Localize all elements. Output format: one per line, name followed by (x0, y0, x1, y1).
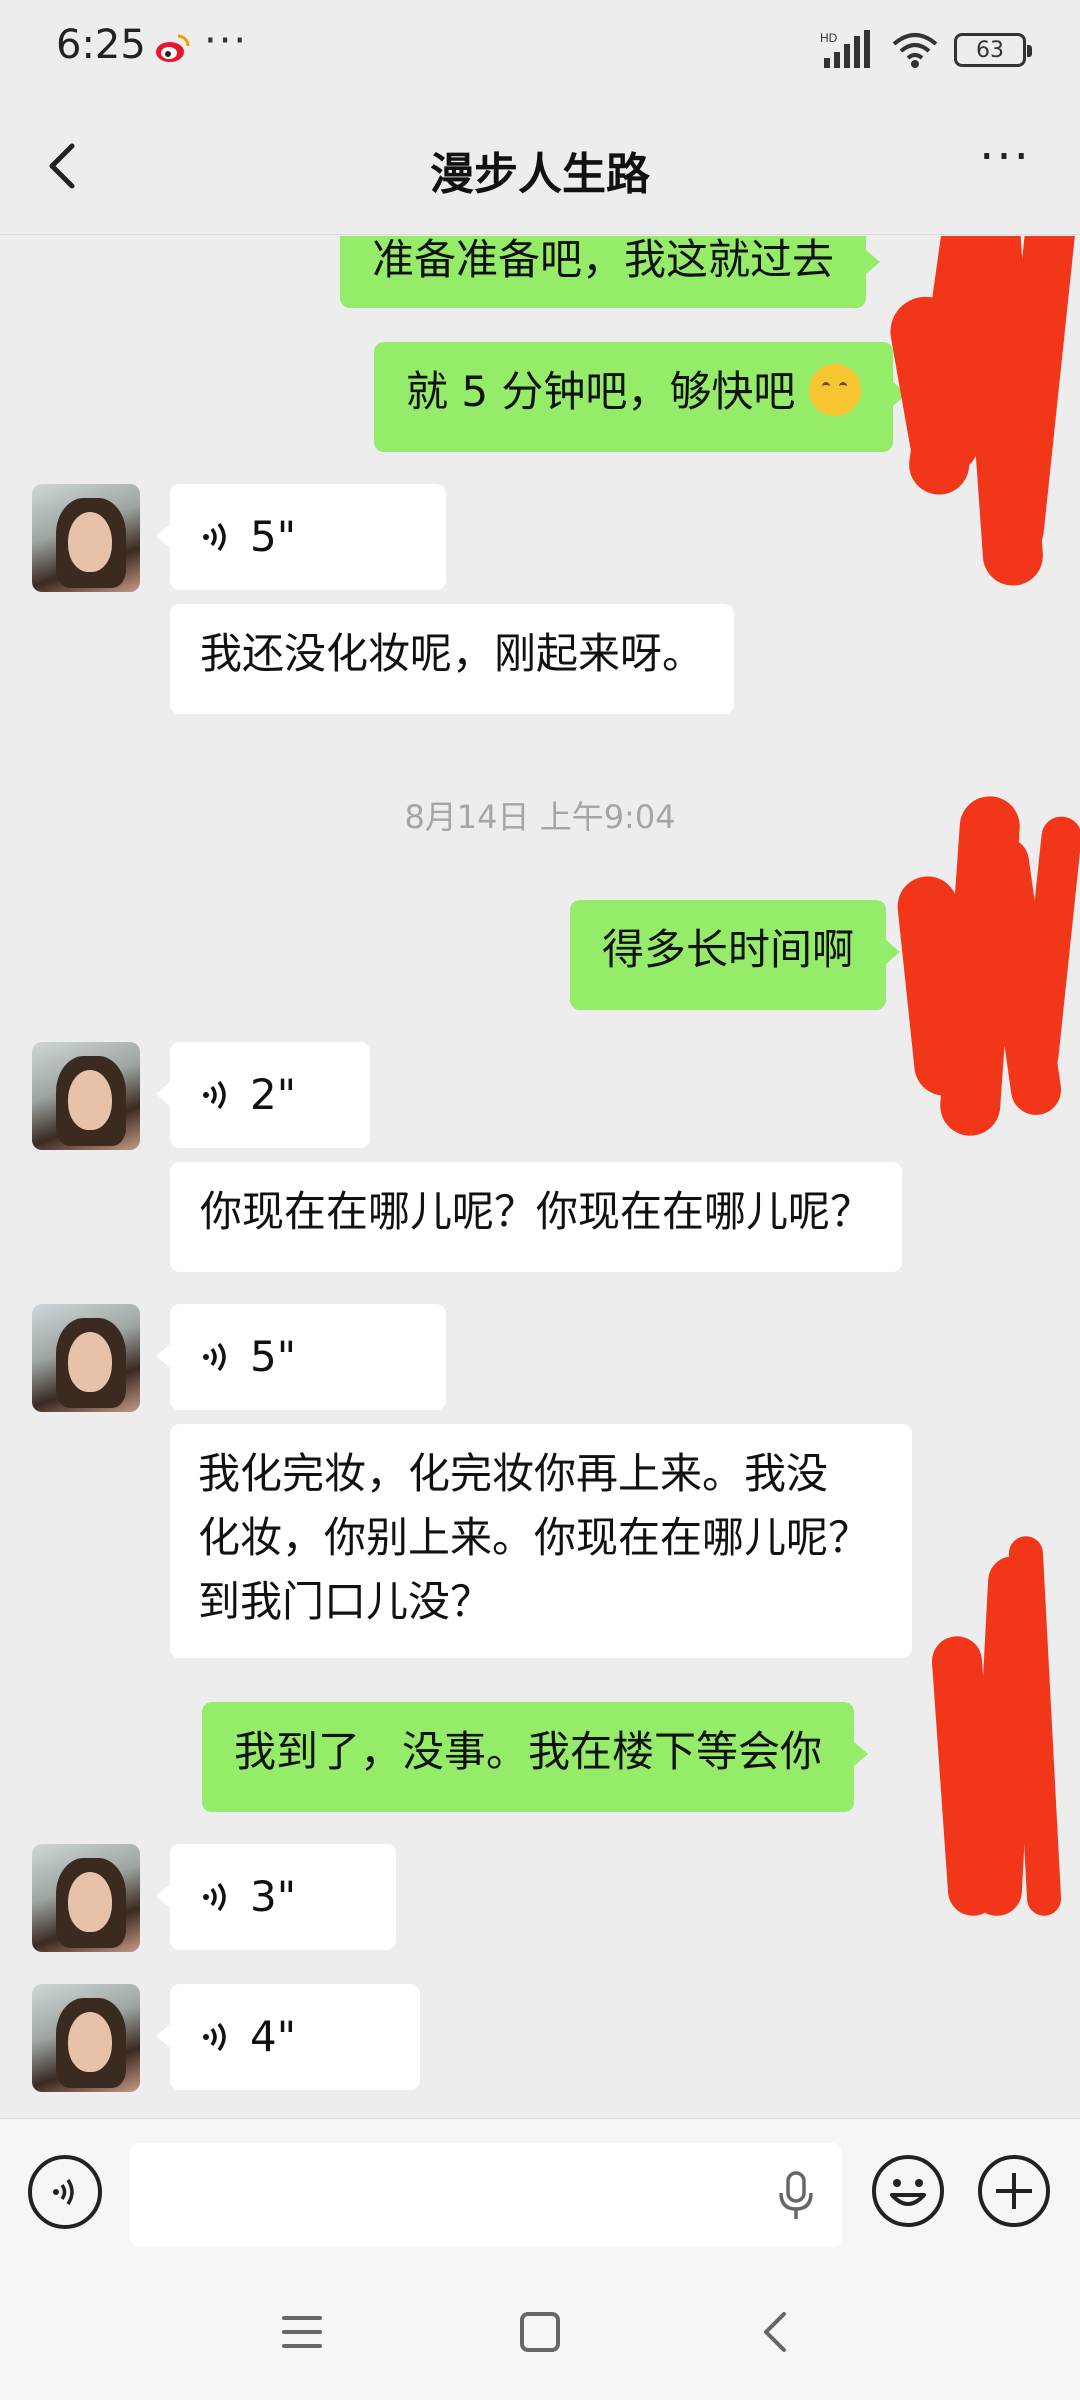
thinking-face-emoji (808, 364, 861, 416)
voice-message[interactable]: 2" (156, 1042, 370, 1148)
message-list[interactable]: 准备准备吧，我这就过去 就 5 分钟吧，够快吧 5" 我还没化妆呢，刚起来呀。 … (0, 236, 1080, 2116)
voice-duration: 5" (250, 512, 297, 561)
message-input[interactable] (130, 2143, 842, 2247)
emoji-icon[interactable] (870, 2153, 946, 2229)
outgoing-message[interactable]: 得多长时间啊 (570, 900, 901, 1010)
voice-wave-icon (203, 1080, 226, 1110)
voice-message[interactable]: 4" (156, 1984, 420, 2090)
message-text: 就 5 分钟吧，够快吧 (406, 367, 796, 416)
message-text: 准备准备吧，我这就过去 (372, 236, 835, 284)
timestamp: 8月14日 上午9:04 (404, 798, 676, 836)
voice-message[interactable]: 5" (156, 1304, 446, 1410)
message-text: 我还没化妆呢，刚起来呀。 (200, 629, 705, 678)
outgoing-message[interactable]: 就 5 分钟吧，够快吧 (374, 342, 907, 452)
back-triangle-icon[interactable] (746, 2302, 806, 2362)
avatar[interactable] (32, 1304, 140, 1412)
menu-icon[interactable] (272, 2302, 332, 2362)
voice-message[interactable]: 5" (156, 484, 446, 590)
status-time: 6:25 (56, 22, 146, 68)
network-label: HD (820, 31, 838, 45)
voice-wave-icon (203, 522, 226, 552)
incoming-message[interactable]: 你现在在哪儿呢？你现在在哪儿呢？ (170, 1162, 903, 1272)
incoming-message[interactable]: 我还没化妆呢，刚起来呀。 (170, 604, 735, 714)
signal-icon: HD (820, 30, 870, 68)
avatar[interactable] (32, 1984, 140, 2092)
status-right-group: HD 63 (820, 28, 1032, 72)
message-text: 我到了，没事。我在楼下等会你 (234, 1727, 823, 1776)
avatar[interactable] (32, 1042, 140, 1150)
avatar[interactable] (32, 484, 140, 592)
voice-wave-icon (203, 1342, 226, 1372)
voice-duration: 3" (250, 1872, 297, 1921)
voice-duration: 2" (250, 1070, 297, 1119)
voice-message[interactable]: 3" (156, 1844, 396, 1950)
outgoing-message[interactable]: 我到了，没事。我在楼下等会你 (202, 1702, 869, 1812)
more-dots-icon[interactable]: ··· (970, 133, 1040, 190)
voice-duration: 5" (250, 1332, 297, 1381)
message-text: 你现在在哪儿呢？你现在在哪儿呢？ (200, 1187, 873, 1236)
status-bar: 6:25 ··· HD 63 (0, 0, 1080, 100)
microphone-icon[interactable] (776, 2171, 816, 2221)
home-square-icon[interactable] (510, 2302, 570, 2362)
outgoing-message[interactable]: 准备准备吧，我这就过去 (340, 236, 881, 308)
message-line: 化妆，你别上来。你现在在哪儿呢？ (198, 1513, 871, 1562)
voice-duration: 4" (250, 2012, 297, 2061)
voice-wave-icon (203, 1882, 226, 1912)
chat-header: 漫步人生路 ··· (0, 100, 1080, 235)
plus-icon[interactable] (976, 2153, 1052, 2229)
message-text: 得多长时间啊 (602, 925, 855, 974)
notification-more-icon: ··· (204, 18, 249, 64)
weibo-icon (156, 34, 190, 62)
wifi-icon (892, 33, 938, 68)
chat-title: 漫步人生路 (430, 149, 650, 200)
message-line: 我化完妆，化完妆你再上来。我没 (198, 1449, 829, 1498)
voice-wave-icon (203, 2022, 226, 2052)
voice-toggle-icon[interactable] (28, 2155, 102, 2229)
message-line: 到我门口儿没？ (198, 1577, 493, 1626)
incoming-message[interactable]: 我化完妆，化完妆你再上来。我没 化妆，你别上来。你现在在哪儿呢？ 到我门口儿没？ (170, 1424, 912, 1658)
avatar[interactable] (32, 1844, 140, 1952)
system-nav-bar (0, 2266, 1080, 2400)
input-bar (0, 2118, 1080, 2266)
battery-icon: 63 (954, 33, 1032, 67)
